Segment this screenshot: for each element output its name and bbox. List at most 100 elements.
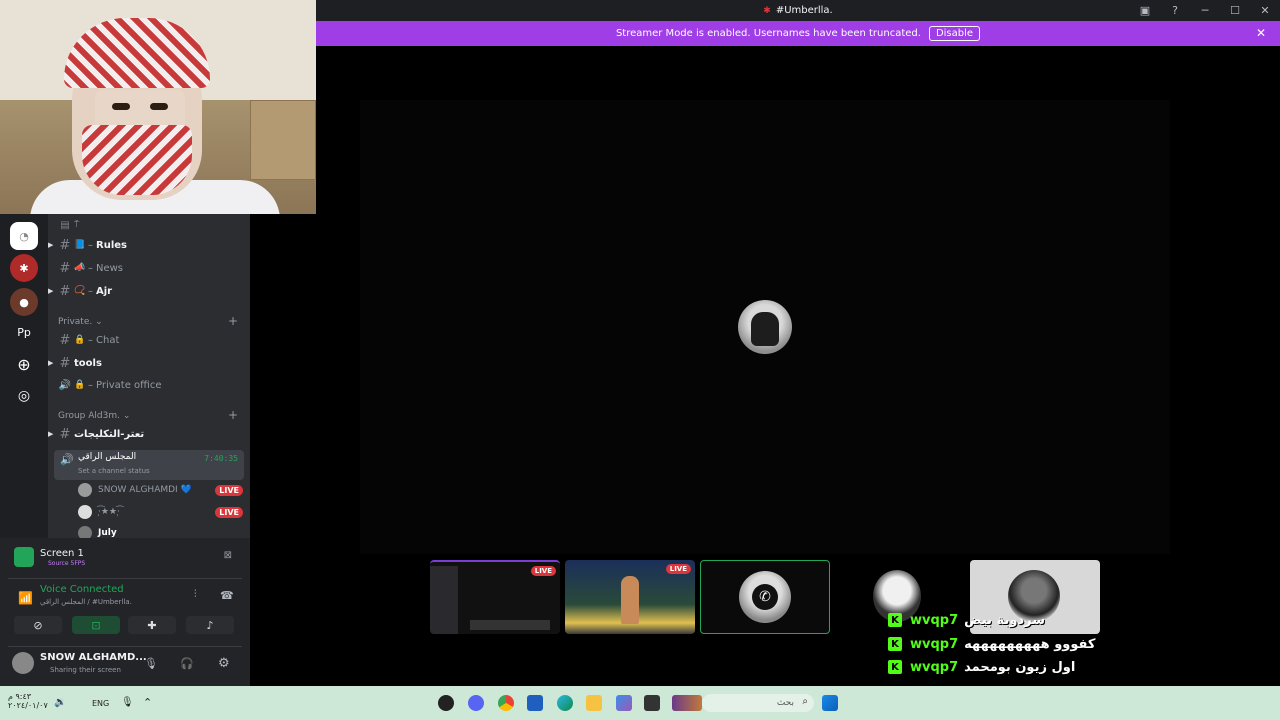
channel-name: تعتر-التكليجات	[74, 428, 145, 440]
dm-server-icon[interactable]: Pp	[10, 318, 38, 346]
settings-icon[interactable]: ⚙	[218, 656, 230, 671]
microphone-icon[interactable]: 🎙	[144, 657, 158, 670]
voice-user[interactable]: ·̩͡★★·̩͡ LIVE	[78, 502, 243, 522]
chat-message: K wvqp7 اول زيون بومحمد	[888, 657, 1075, 677]
camera-button[interactable]: ⊘	[14, 616, 62, 634]
server-icon[interactable]: ●	[10, 288, 38, 316]
add-channel-icon[interactable]: +	[228, 408, 238, 422]
live-badge: LIVE	[530, 566, 556, 576]
search-input[interactable]: بحث ⌕	[702, 694, 814, 712]
channel-name: Ajr	[96, 285, 113, 297]
channel-name: Chat	[96, 334, 120, 346]
live-badge: LIVE	[215, 506, 243, 518]
discord-icon[interactable]	[468, 695, 484, 711]
live-badge: LIVE	[215, 484, 243, 496]
stream-tile[interactable]: LIVE	[430, 560, 560, 634]
participant-avatar[interactable]	[738, 300, 792, 354]
webcam-overlay	[0, 0, 316, 214]
close-icon[interactable]: ✕	[1256, 26, 1266, 40]
banner-text: Streamer Mode is enabled. Usernames have…	[615, 28, 921, 39]
soundboard-button[interactable]: ♪	[186, 616, 234, 634]
help-icon[interactable]: ?	[1160, 4, 1190, 17]
close-icon[interactable]: ✕	[1250, 4, 1280, 17]
channel-ajr[interactable]: ▶ # 📿 – Ajr	[48, 280, 244, 302]
voice-channel-name: المجلس الراقي	[78, 452, 137, 462]
category-group[interactable]: Group Ald3m. ⌄	[58, 411, 130, 421]
voice-timer: 7:40:35	[204, 454, 238, 463]
search-icon: ⌕	[802, 696, 808, 707]
disconnect-icon[interactable]: ☎	[220, 589, 234, 602]
taskbar: ٩:٤٣ م ٢٠٢٤/٠١/٠٧ 🔉 ENG 🎙 ⌃ بحث ⌕	[0, 686, 1280, 720]
noise-icon[interactable]: ⫶	[194, 589, 197, 600]
channel-name: tools	[74, 357, 102, 369]
chrome-icon[interactable]	[498, 695, 514, 711]
channel-status[interactable]: Set a channel status	[78, 467, 150, 475]
stream-tile[interactable]: LIVE	[565, 560, 695, 634]
kick-icon: K	[888, 660, 902, 674]
channel-rules[interactable]: ▶ # 📘 – Rules	[48, 234, 244, 256]
maximize-icon[interactable]: ☐	[1220, 4, 1250, 17]
avatar	[78, 505, 92, 519]
umbrella-server-icon[interactable]: ✱	[10, 254, 38, 282]
close-icon[interactable]: ⊠	[224, 550, 232, 561]
chat-message: K wvqp7 سردوبة بيض	[888, 610, 1045, 630]
window-title: #Umberlla.	[775, 5, 833, 16]
server-icon[interactable]: ◔	[10, 222, 38, 250]
live-badge: LIVE	[665, 564, 691, 574]
voice-status[interactable]: Voice Connected	[40, 584, 124, 595]
store-icon[interactable]	[527, 695, 543, 711]
kick-icon: K	[888, 613, 902, 627]
streamer-mode-banner: Streamer Mode is enabled. Usernames have…	[316, 21, 1280, 46]
clock[interactable]: ٩:٤٣ م ٢٠٢٤/٠١/٠٧	[8, 692, 48, 710]
channel-name: News	[96, 262, 124, 274]
user-name[interactable]: SNOW ALGHAMD...	[40, 652, 147, 663]
windows-start-icon[interactable]	[822, 695, 838, 711]
voice-channel[interactable]: 🔊 المجلس الراقي 7:40:35 Set a channel st…	[54, 450, 244, 480]
screen-title: Screen 1	[40, 548, 84, 559]
inbox-icon[interactable]: ▣	[1130, 4, 1160, 17]
disable-button[interactable]: Disable	[928, 26, 981, 41]
channel-tools[interactable]: ▶ # tools	[48, 352, 244, 374]
user-status: Sharing their screen	[50, 666, 121, 674]
signal-icon: 📶	[18, 591, 33, 605]
add-server-icon[interactable]: ⊕	[10, 350, 38, 378]
speaker-icon: 🔊	[60, 453, 74, 466]
channel-list: ▤ ⍑ ▶ # 📘 – Rules # 📣 – News ▶ # 📿 – Ajr Pr…	[48, 214, 250, 540]
screen-share-button[interactable]: ⊡	[72, 616, 120, 634]
participant-tile[interactable]: ✆	[700, 560, 830, 634]
speaker-icon[interactable]: 🔉	[54, 697, 66, 708]
phone-icon: ✆	[752, 584, 778, 610]
language-indicator[interactable]: ENG	[92, 699, 109, 708]
channel-icon: ✱	[763, 5, 771, 16]
discover-icon[interactable]: ◎	[10, 382, 38, 410]
kick-icon: K	[888, 637, 902, 651]
headset-icon[interactable]: 🎧	[180, 657, 194, 670]
screen-source: Source 5FPS	[48, 560, 86, 567]
voice-location[interactable]: المجلس الراقي / #Umberlla.	[40, 598, 132, 606]
minimize-icon[interactable]: ─	[1190, 4, 1220, 17]
channel-name: Private office	[96, 379, 162, 391]
activities-button[interactable]: ✚	[128, 616, 176, 634]
voice-user[interactable]: SNOW ALGHAMDI 💙 LIVE	[78, 480, 243, 500]
avatar	[78, 483, 92, 497]
screen-share-thumb	[14, 547, 34, 567]
channel-group-text[interactable]: ▶ # تعتر-التكليجات	[48, 423, 244, 445]
channel-news[interactable]: # 📣 – News	[56, 257, 244, 279]
channel-header-icons: ▤ ⍑	[60, 219, 80, 231]
widgets-icon[interactable]	[672, 695, 702, 711]
title-bar: ✱ #Umberlla. ▣ ? ─ ☐ ✕	[316, 0, 1280, 21]
edge-icon[interactable]	[557, 695, 573, 711]
category-private[interactable]: Private. ⌄	[58, 317, 103, 327]
user-panel: Screen 1 Source 5FPS ⊠ 📶 Voice Connected…	[0, 538, 250, 686]
chevron-up-icon[interactable]: ⌃	[143, 696, 152, 709]
chat-message: K wvqp7 كفووو هههههههههه	[888, 634, 1095, 654]
folder-icon[interactable]	[586, 695, 602, 711]
add-channel-icon[interactable]: +	[228, 314, 238, 328]
channel-chat[interactable]: # 🔒 – Chat	[56, 329, 244, 351]
app-icon[interactable]	[438, 695, 454, 711]
app-icon[interactable]	[616, 695, 632, 711]
channel-private-office[interactable]: 🔊 🔒 – Private office	[56, 374, 244, 396]
avatar[interactable]	[12, 652, 34, 674]
app-icon[interactable]	[644, 695, 660, 711]
microphone-icon[interactable]: 🎙	[121, 697, 134, 708]
